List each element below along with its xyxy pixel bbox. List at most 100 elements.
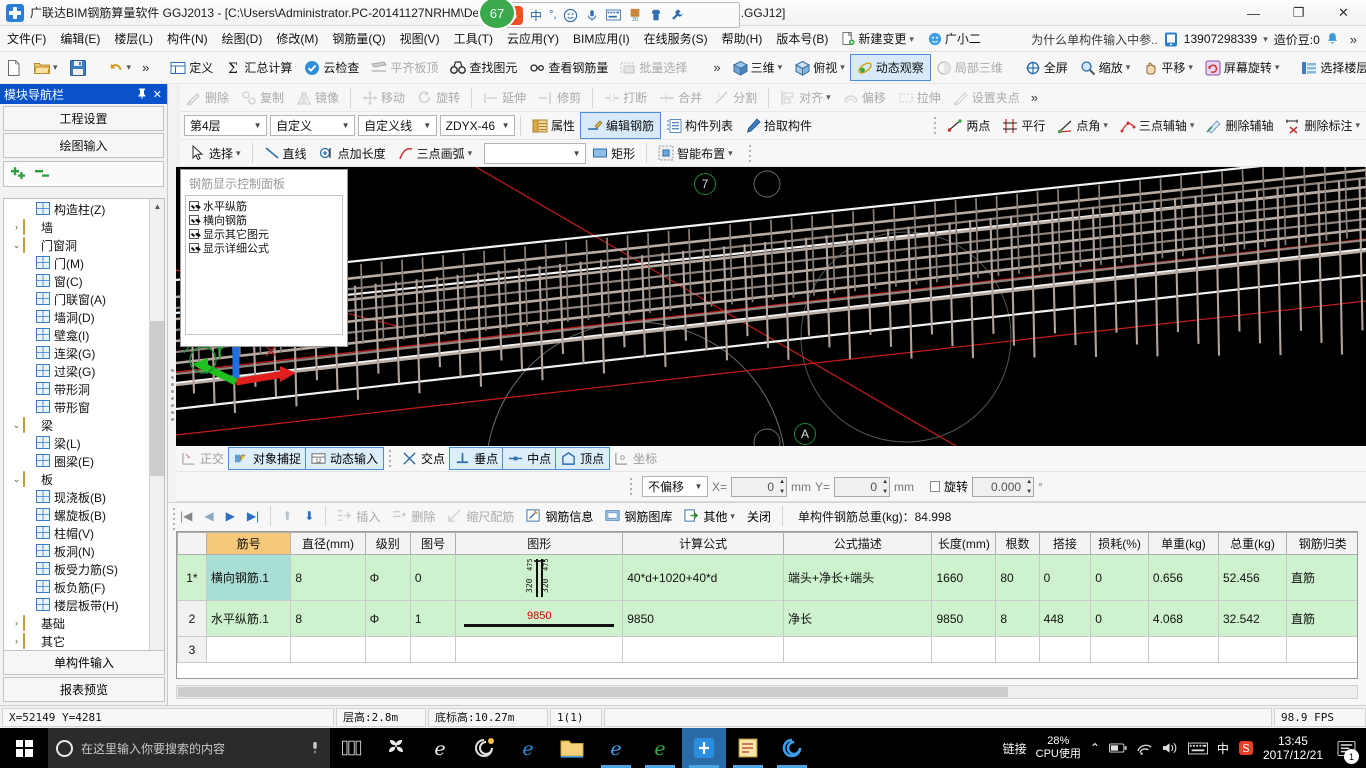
menu-cloud-apps[interactable]: 云应用(Y) xyxy=(500,28,566,50)
new-file-button[interactable] xyxy=(0,55,28,80)
chevron-right-icon[interactable]: › xyxy=(10,618,23,628)
tree-item-13[interactable]: 梁(L) xyxy=(4,434,151,452)
close-button[interactable]: ✕ xyxy=(1321,0,1366,26)
menu-user[interactable]: 广小二 xyxy=(921,28,988,50)
checkbox-icon[interactable] xyxy=(189,229,199,239)
cell-单重(kg)[interactable] xyxy=(1147,636,1219,663)
rebar-library-button[interactable]: 钢筋图库 xyxy=(599,506,678,527)
chevron-down-icon[interactable]: ▾ xyxy=(1190,120,1195,131)
delete-dimension-button[interactable]: 删除标注 ▾ xyxy=(1279,113,1366,138)
menu-member[interactable]: 构件(N) xyxy=(160,28,215,50)
chevron-down-icon[interactable]: ▾ xyxy=(1275,62,1280,73)
app-spiral-icon[interactable] xyxy=(462,728,506,768)
prev-record-button[interactable]: ◀ xyxy=(198,506,219,527)
rebar-panel-checklist[interactable]: 水平纵筋 横向钢筋 显示其它图元 显示详细公式 xyxy=(185,195,343,335)
y-offset-input[interactable]: 0 ▲ ▼ xyxy=(834,476,891,497)
app-ie-old-icon[interactable]: e xyxy=(418,728,462,768)
row-number-cell[interactable]: 2 xyxy=(177,600,207,637)
cell-级别[interactable] xyxy=(364,636,411,663)
category-select[interactable]: 自定义 ▼ xyxy=(270,115,356,136)
3d-viewport[interactable]: 7 A 钢筋显示控制面板 水平纵筋 横向钢筋 显示其它图元 显示详细公式 xyxy=(176,167,1366,446)
last-record-button[interactable]: ▶| xyxy=(241,506,265,527)
app-ie-blue-icon[interactable]: e xyxy=(594,728,638,768)
maximize-button[interactable]: ❐ xyxy=(1276,0,1321,26)
menu-view[interactable]: 视图(V) xyxy=(393,28,447,50)
intersection-snap-toggle[interactable]: 交点 xyxy=(397,448,450,469)
chevron-down-icon[interactable]: ▾ xyxy=(826,92,831,103)
tree-item-5[interactable]: 门联窗(A) xyxy=(4,290,151,308)
offset-mode-select[interactable]: 不偏移 ▼ xyxy=(642,476,708,497)
cell-直径(mm)[interactable]: 8 xyxy=(290,600,366,637)
tray-volume-icon[interactable] xyxy=(1162,741,1179,755)
move-down-button[interactable]: ⬇ xyxy=(298,506,320,527)
cell-计算公式[interactable]: 40*d+1020+40*d xyxy=(622,554,785,601)
menu-help[interactable]: 帮助(H) xyxy=(715,28,770,50)
y-spinner-icon[interactable]: ▲ ▼ xyxy=(879,479,888,495)
scroll-thumb-horizontal[interactable] xyxy=(178,687,1008,697)
column-header-11[interactable]: 损耗(%) xyxy=(1090,532,1149,555)
tree-item-2[interactable]: ⌄ 门窗洞 xyxy=(4,236,151,254)
menu-online-service[interactable]: 在线服务(S) xyxy=(637,28,715,50)
type-select[interactable]: 自定义线 ▼ xyxy=(358,115,437,136)
tree-item-6[interactable]: 墙洞(D) xyxy=(4,308,151,326)
pick-member-button[interactable]: 拾取构件 xyxy=(739,113,818,138)
menu-modify[interactable]: 修改(M) xyxy=(269,28,325,50)
cell-公式描述[interactable]: 净长 xyxy=(783,600,933,637)
smart-layout-button[interactable]: 智能布置 ▾ xyxy=(652,141,739,166)
chevron-down-icon[interactable]: ⌄ xyxy=(10,240,23,251)
column-header-5[interactable]: 图形 xyxy=(455,532,624,555)
cell-直径(mm)[interactable]: 8 xyxy=(290,554,366,601)
draw-extra-select[interactable]: ▼ xyxy=(484,142,587,164)
shape-cell[interactable] xyxy=(455,636,624,663)
cell-根数[interactable]: 8 xyxy=(995,600,1040,637)
chevron-down-icon[interactable]: ▾ xyxy=(468,148,473,159)
undo-button[interactable]: ▾ xyxy=(102,55,138,80)
chevron-down-icon[interactable]: ▾ xyxy=(730,511,735,522)
pin-icon[interactable] xyxy=(137,88,147,101)
open-file-button[interactable]: ▾ xyxy=(28,55,64,80)
menu-bim-apps[interactable]: BIM应用(I) xyxy=(566,28,637,50)
collapse-all-icon[interactable] xyxy=(35,167,51,181)
cell-级别[interactable]: Φ xyxy=(364,554,411,601)
shape-cell[interactable]: 475 475 320 320 xyxy=(455,554,624,601)
chevron-down-icon[interactable]: ▾ xyxy=(778,62,783,73)
table-row[interactable]: 1* 横向钢筋.1 8 Φ 0 475 475 320 320 40*d+1020+40*d 端头+… xyxy=(177,554,1357,601)
tree-item-16[interactable]: 现浇板(B) xyxy=(4,488,151,506)
menu-file[interactable]: 文件(F) xyxy=(0,28,53,50)
tree-item-1[interactable]: › 墙 xyxy=(4,218,151,236)
app-swirl-icon[interactable] xyxy=(770,728,814,768)
move-up-button[interactable]: ⬆ xyxy=(276,506,298,527)
save-button[interactable] xyxy=(64,55,92,80)
cpu-usage-widget[interactable]: 28% CPU使用 xyxy=(1036,735,1081,761)
tree-item-18[interactable]: 柱帽(V) xyxy=(4,524,151,542)
rebar-info-button[interactable]: 钢筋信息 xyxy=(520,506,599,527)
chevron-down-icon[interactable]: ▾ xyxy=(728,148,733,159)
screen-rotate-button[interactable]: 屏幕旋转 ▾ xyxy=(1199,55,1286,80)
app-folder-icon[interactable] xyxy=(550,728,594,768)
tree-item-20[interactable]: 板受力筋(S) xyxy=(4,560,151,578)
tip-text[interactable]: 为什么单构件输入中参.. xyxy=(1031,31,1158,48)
shape-cell[interactable]: 9850 xyxy=(455,600,624,637)
chevron-down-icon[interactable]: ⌄ xyxy=(10,474,23,485)
top-view-button[interactable]: 俯视 ▾ xyxy=(788,55,851,80)
tray-wifi-icon[interactable] xyxy=(1136,742,1153,755)
cell-长度(mm)[interactable]: 1660 xyxy=(931,554,997,601)
toolbar-overflow-mid-icon[interactable]: » xyxy=(708,60,725,75)
cell-图号[interactable]: 0 xyxy=(409,554,457,601)
rebar-checkbox-row-1[interactable]: 横向钢筋 xyxy=(189,213,342,227)
next-record-button[interactable]: ▶ xyxy=(220,506,241,527)
menubar-overflow-icon[interactable]: » xyxy=(1345,32,1362,47)
summary-calc-button[interactable]: Σ 汇总计算 xyxy=(219,55,298,80)
tree-item-15[interactable]: ⌄ 板 xyxy=(4,470,151,488)
close-table-button[interactable]: 关闭 xyxy=(741,506,777,527)
start-button[interactable] xyxy=(0,728,48,768)
chevron-down-icon[interactable]: ▾ xyxy=(127,62,132,73)
component-tree[interactable]: 构造柱(Z) › 墙 ⌄ 门窗洞 门(M) 窗(C) 门联窗(A) 墙洞(D) 壁龛(I) 连梁(G… xyxy=(3,198,165,674)
cell-根数[interactable]: 80 xyxy=(995,554,1040,601)
app-notepad-icon[interactable] xyxy=(726,728,770,768)
column-header-9[interactable]: 根数 xyxy=(995,532,1040,555)
report-preview-button[interactable]: 报表预览 xyxy=(3,677,165,702)
ime-keyboard-icon[interactable] xyxy=(606,9,622,21)
dynamic-input-toggle[interactable]: 12 动态输入 xyxy=(305,447,385,470)
app-fan-icon[interactable] xyxy=(374,728,418,768)
